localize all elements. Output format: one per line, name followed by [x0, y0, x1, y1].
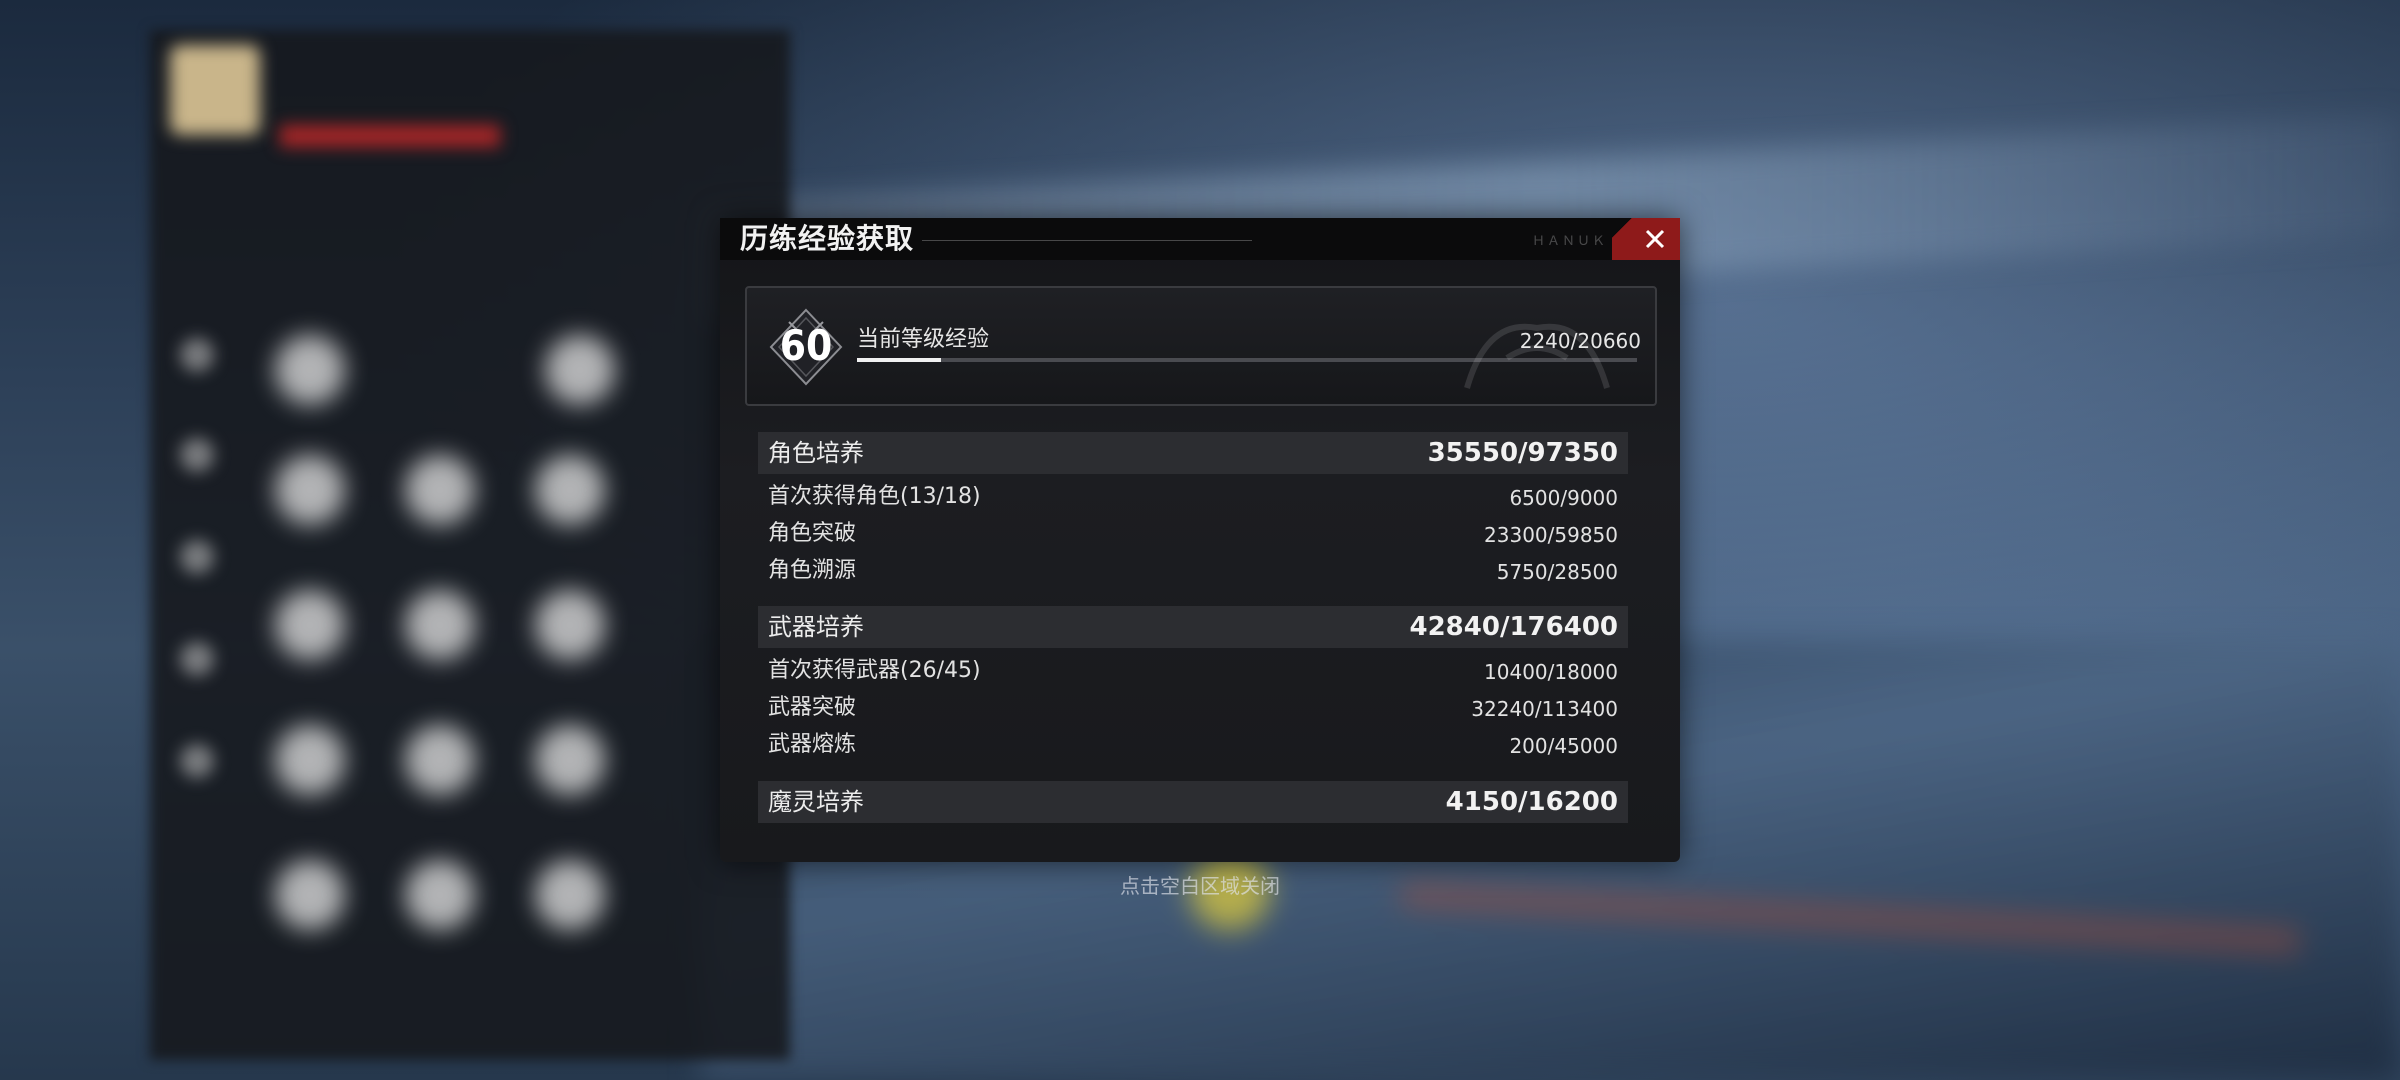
background-side-icon [180, 438, 214, 472]
item-label: 首次获得武器(26/45) [768, 658, 981, 683]
background-item-icon [535, 860, 605, 930]
item-value: 6500/9000 [1509, 486, 1618, 510]
item-label: 角色突破 [768, 521, 857, 546]
background-item-icon [275, 590, 345, 660]
dialog-title: 历练经验获取 [740, 222, 915, 255]
background-side-icon [180, 338, 214, 372]
item-value: 32240/113400 [1471, 697, 1618, 721]
experience-dialog: 历练经验获取 ＨＡＮＵＫ 60 当前等级经验 2240/20660 角色培养 3… [720, 218, 1680, 862]
background-side-icon [180, 744, 214, 778]
close-icon [1645, 229, 1665, 249]
header-divider [922, 240, 1252, 241]
section-value: 35550/97350 [1427, 438, 1618, 468]
header-decoration: ＨＡＮＵＫ [1532, 234, 1608, 249]
section-weapon: 武器培养 42840/176400 [758, 606, 1628, 648]
section-label: 角色培养 [768, 439, 864, 467]
background-item-icon [275, 725, 345, 795]
background-badge [280, 125, 500, 147]
section-label: 魔灵培养 [768, 788, 864, 816]
list-item: 首次获得武器(26/45) 10400/18000 [758, 654, 1628, 688]
list-item: 角色突破 23300/59850 [758, 517, 1628, 551]
background-item-icon [405, 590, 475, 660]
background-item-icon [535, 455, 605, 525]
background-item-icon [405, 455, 475, 525]
item-label: 武器突破 [768, 695, 857, 720]
background-item-icon [535, 725, 605, 795]
list-item: 角色溯源 5750/28500 [758, 554, 1628, 588]
section-value: 42840/176400 [1409, 612, 1619, 642]
list-item: 武器突破 32240/113400 [758, 691, 1628, 725]
current-level-panel: 60 当前等级经验 2240/20660 [745, 286, 1657, 406]
section-character: 角色培养 35550/97350 [758, 432, 1628, 474]
section-label: 武器培养 [768, 613, 864, 641]
background-item-icon [405, 725, 475, 795]
item-value: 200/45000 [1509, 734, 1618, 758]
item-label: 角色溯源 [768, 558, 857, 583]
background-avatar [170, 45, 260, 135]
background-item-icon [275, 455, 345, 525]
background-item-icon [275, 860, 345, 930]
level-exp-label: 当前等级经验 [857, 327, 990, 352]
section-value: 4150/16200 [1445, 787, 1618, 817]
close-button[interactable] [1612, 218, 1680, 260]
section-demon-spirit: 魔灵培养 4150/16200 [758, 781, 1628, 823]
background-item-icon [535, 590, 605, 660]
item-label: 首次获得角色(13/18) [768, 484, 981, 509]
item-value: 23300/59850 [1484, 523, 1618, 547]
level-watermark-icon [1464, 323, 1610, 389]
close-hint-text: 点击空白区域关闭 [1120, 874, 1280, 898]
item-label: 武器熔炼 [768, 732, 857, 757]
level-progress-fill [857, 358, 942, 362]
list-item: 武器熔炼 200/45000 [758, 728, 1628, 762]
background-side-icon [180, 642, 214, 676]
background-side-icon [180, 540, 214, 574]
item-value: 10400/18000 [1484, 660, 1618, 684]
level-number: 60 [779, 321, 833, 370]
background-item-icon [545, 335, 615, 405]
item-value: 5750/28500 [1496, 560, 1618, 584]
background-item-icon [405, 860, 475, 930]
list-item: 首次获得角色(13/18) 6500/9000 [758, 480, 1628, 514]
dialog-header: 历练经验获取 ＨＡＮＵＫ [720, 218, 1680, 260]
background-item-icon [275, 335, 345, 405]
